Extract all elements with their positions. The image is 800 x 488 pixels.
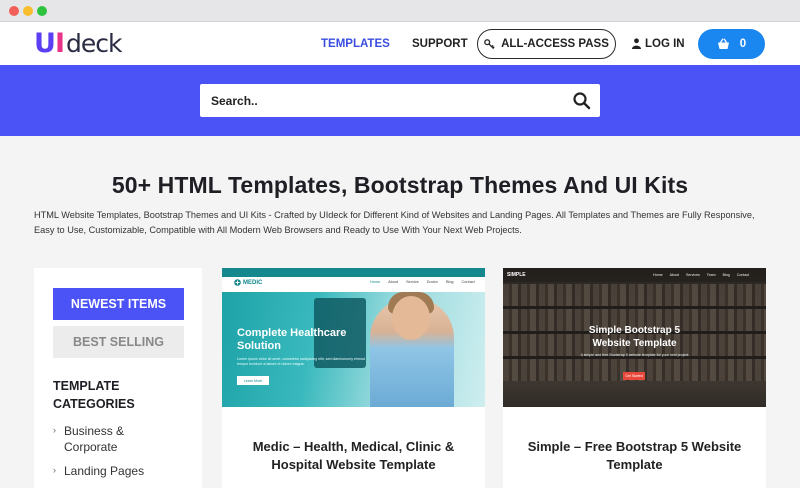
site-header: U Ideck TEMPLATES SUPPORT ALL-ACCESS PASS… — [0, 22, 800, 65]
simple-thumbnail[interactable]: SIMPLE Home About Services Team Blog Con… — [503, 268, 766, 407]
search-box — [200, 84, 600, 117]
browser-titlebar — [0, 0, 800, 22]
hero-search-band — [0, 65, 800, 136]
maximize-window-dot[interactable] — [37, 6, 47, 16]
simple-hero-heading-text: Simple Bootstrap 5 Website Template — [588, 325, 681, 349]
medic-thumbnail[interactable]: MEDIC Home About Service Doctor Blog Con… — [222, 268, 485, 407]
nav-templates-link[interactable]: TEMPLATES — [321, 22, 390, 65]
medic-nav-link: Contact — [461, 280, 475, 284]
all-access-pass-button[interactable]: ALL-ACCESS PASS — [477, 29, 616, 59]
simple-hero-heading: Simple Bootstrap 5 Website Template — [503, 324, 766, 350]
simple-nav-link: Blog — [722, 273, 730, 277]
medic-logo-icon — [234, 279, 241, 286]
card-title[interactable]: Simple – Free Bootstrap 5 Website Templa… — [513, 438, 756, 474]
simple-nav-link: Services — [686, 273, 700, 277]
simple-nav-link: Contact — [736, 273, 750, 277]
simple-get-started-button: Get Started — [623, 372, 645, 380]
simple-nav-link: Home — [653, 273, 663, 277]
medic-brand: MEDIC — [234, 279, 262, 286]
cart-button[interactable]: 0 — [698, 29, 765, 59]
simple-hero-text: A simple and free Bootstrap 5 website te… — [580, 353, 690, 357]
medic-nav-link: Home — [370, 280, 381, 284]
category-landing-pages[interactable]: › Landing Pages — [53, 463, 144, 479]
medic-hero-heading: Complete Healthcare Solution — [237, 327, 347, 352]
logo-letter-u: U — [34, 27, 56, 59]
tab-newest-items[interactable]: NEWEST ITEMS — [53, 288, 184, 320]
uideck-logo[interactable]: U Ideck — [34, 27, 122, 59]
simple-nav-links: Home About Services Team Blog Contact — [653, 273, 749, 277]
simple-nav-link: Team — [706, 273, 716, 277]
simple-brand: SIMPLE — [507, 272, 526, 278]
minimize-window-dot[interactable] — [23, 6, 33, 16]
template-categories-heading: TEMPLATE CATEGORIES — [53, 379, 135, 411]
medic-nav-links: Home About Service Doctor Blog Contact — [370, 280, 475, 284]
all-access-pass-label: ALL-ACCESS PASS — [501, 38, 609, 50]
medic-nav-link: Service — [406, 280, 419, 284]
medic-nav-link: Blog — [445, 280, 454, 284]
logo-word-deck: deck — [65, 28, 122, 58]
medic-brand-text: MEDIC — [243, 279, 263, 286]
page-title: 50+ HTML Templates, Bootstrap Themes And… — [111, 172, 689, 198]
search-icon[interactable] — [572, 91, 592, 111]
tab-best-selling[interactable]: BEST SELLING — [53, 326, 184, 358]
key-icon — [484, 38, 495, 49]
chevron-right-icon: › — [53, 465, 56, 475]
category-label: Landing Pages — [64, 464, 145, 478]
category-business-corporate[interactable]: › Business & Corporate — [53, 423, 154, 455]
cart-count: 0 — [739, 38, 747, 50]
medic-nav-link: About — [388, 280, 399, 284]
login-link[interactable]: LOG IN — [632, 22, 685, 65]
login-label: LOG IN — [645, 37, 685, 50]
medic-hero-text: Lorem ipsum dolor sit amet, consetetur s… — [237, 357, 366, 366]
close-window-dot[interactable] — [9, 6, 19, 16]
nav-support-link[interactable]: SUPPORT — [412, 22, 468, 65]
sidebar: NEWEST ITEMS BEST SELLING TEMPLATE CATEG… — [34, 268, 202, 488]
card-title[interactable]: Medic – Health, Medical, Clinic & Hospit… — [232, 438, 475, 474]
doctor-head-shape — [392, 296, 430, 340]
chevron-right-icon: › — [53, 425, 56, 435]
medic-nav-link: Doctor — [426, 280, 438, 284]
category-label: Business & Corporate — [64, 424, 125, 454]
thumbnail-topbar — [222, 268, 485, 277]
logo-letter-i: I — [54, 27, 65, 59]
template-card-simple[interactable]: SIMPLE Home About Services Team Blog Con… — [503, 268, 766, 488]
shopping-basket-icon — [717, 38, 729, 49]
simple-nav-link: About — [669, 273, 679, 277]
template-card-medic[interactable]: MEDIC Home About Service Doctor Blog Con… — [222, 268, 485, 488]
search-input[interactable] — [200, 84, 570, 117]
medic-learn-more-button: Learn More — [237, 376, 269, 385]
page-description: HTML Website Templates, Bootstrap Themes… — [34, 210, 755, 235]
user-icon — [632, 38, 641, 49]
